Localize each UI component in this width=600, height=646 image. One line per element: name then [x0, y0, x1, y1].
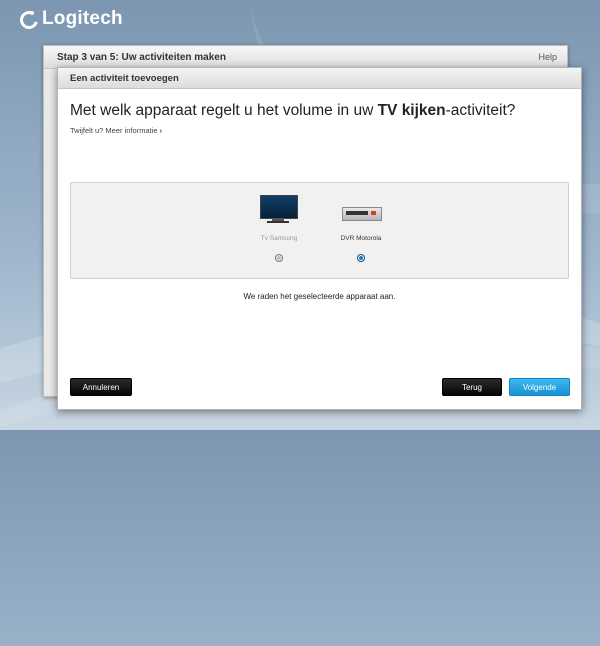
device-choice-box: Tv Samsung DVR Motorola [70, 182, 569, 279]
brand-name: Logitech [42, 8, 123, 29]
device-option-dvr-motorola[interactable]: DVR Motorola [326, 195, 396, 262]
volume-question: Met welk apparaat regelt u het volume in… [70, 102, 515, 120]
dialog-header: Een activiteit toevoegen [58, 68, 581, 89]
logitech-logo: Logitech [16, 7, 123, 33]
device-radio-tv-samsung[interactable] [275, 254, 283, 262]
device-option-tv-samsung[interactable]: Tv Samsung [244, 195, 314, 262]
question-suffix: -activiteit? [445, 102, 516, 119]
tv-icon [244, 195, 314, 223]
dvr-icon [326, 195, 396, 223]
activity-name: TV kijken [377, 102, 446, 119]
wizard-step-title: Stap 3 van 5: Uw activiteiten maken [57, 51, 226, 63]
device-name: Tv Samsung [260, 235, 298, 242]
logitech-logo-icon [16, 7, 42, 33]
more-info-label: Twijfelt u? Meer informatie [70, 126, 158, 135]
next-button[interactable]: Volgende [509, 378, 570, 396]
help-link[interactable]: Help [538, 52, 557, 62]
wizard-step-header: Stap 3 van 5: Uw activiteiten maken Help [44, 46, 567, 69]
back-button[interactable]: Terug [442, 378, 502, 396]
cancel-button[interactable]: Annuleren [70, 378, 132, 396]
chevron-right-icon: › [159, 126, 163, 135]
recommendation-text: We raden het geselecteerde apparaat aan. [243, 292, 396, 301]
more-info-link[interactable]: Twijfelt u? Meer informatie › [70, 126, 162, 135]
add-activity-dialog: Een activiteit toevoegen Met welk appara… [57, 67, 582, 410]
dialog-title: Een activiteit toevoegen [70, 72, 179, 84]
device-radio-dvr-motorola[interactable] [357, 254, 365, 262]
question-prefix: Met welk apparaat regelt u het volume in… [70, 102, 378, 119]
device-name: DVR Motorola [340, 235, 382, 242]
